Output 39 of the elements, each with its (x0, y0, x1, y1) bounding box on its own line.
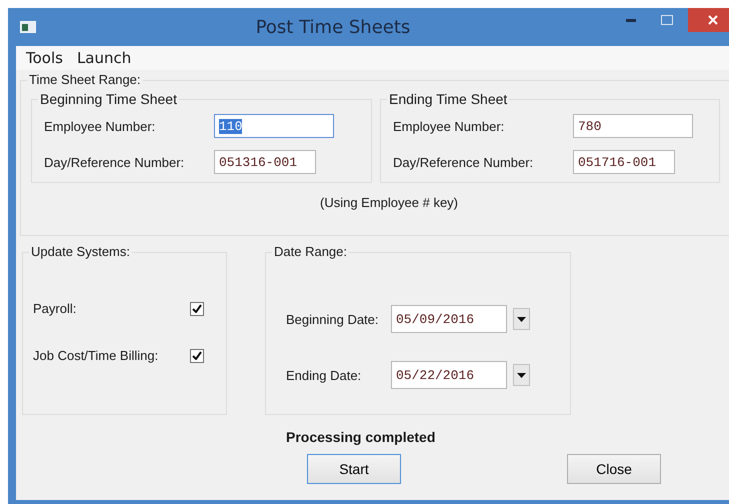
date-field[interactable]: 05/09/2016 (391, 305, 507, 333)
field-label: Beginning Date: (286, 312, 380, 326)
group-title: Beginning Time Sheet (38, 91, 179, 107)
field-label: Day/Reference Number: (44, 154, 186, 170)
window-title: Post Time Sheets (254, 16, 412, 38)
app-icon (20, 21, 36, 33)
maximize-icon (661, 15, 673, 25)
note-text: (Using Employee # key) (320, 195, 458, 210)
field-label: Day/Reference Number: (393, 154, 534, 170)
dropdown-button[interactable] (513, 364, 530, 386)
input-field[interactable]: 051716-001 (573, 150, 675, 174)
date-field[interactable]: 05/22/2016 (391, 361, 507, 389)
input-field[interactable]: 780 (573, 114, 693, 138)
start-button[interactable]: Start (307, 454, 401, 484)
menu-item[interactable]: Tools (26, 49, 63, 67)
menu-item[interactable]: Launch (76, 49, 132, 67)
field-label: Employee Number: (393, 118, 506, 134)
close-button[interactable] (688, 8, 729, 32)
checkbox[interactable] (190, 302, 204, 316)
group-title: Date Range: (272, 244, 349, 259)
field-label: Ending Date: (286, 368, 362, 382)
group-title: Time Sheet Range: (27, 72, 143, 87)
caret-icon (517, 316, 526, 322)
checkbox-label: Job Cost/Time Billing: (33, 348, 160, 363)
input-field[interactable]: 051316-001 (214, 150, 316, 174)
minimize-icon (626, 18, 636, 22)
caret-icon (517, 372, 526, 378)
status-text: Processing completed (286, 429, 436, 445)
close-icon (708, 15, 718, 25)
close-button[interactable]: Close (567, 454, 661, 484)
check-icon (192, 304, 202, 313)
input-field[interactable]: 110 (214, 114, 334, 138)
dropdown-button[interactable] (513, 308, 530, 330)
group-title: Ending Time Sheet (387, 91, 510, 107)
check-icon (192, 351, 202, 360)
checkbox[interactable] (190, 348, 204, 362)
checkbox-label: Payroll: (33, 301, 78, 316)
field-label: Employee Number: (44, 118, 156, 134)
group-title: Update Systems: (29, 244, 132, 259)
